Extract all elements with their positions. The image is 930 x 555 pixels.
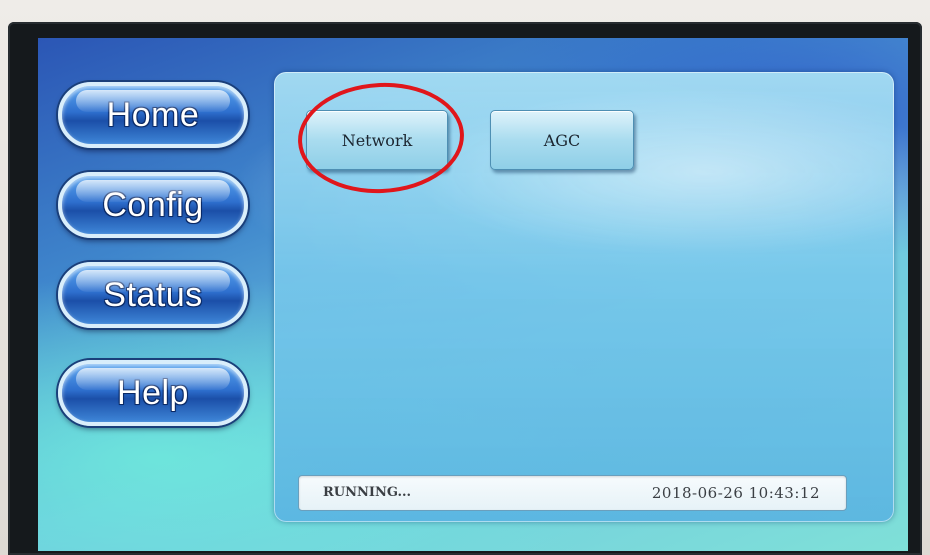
network-button[interactable]: Network [306,110,448,170]
status-button[interactable]: Status [58,262,248,328]
agc-button[interactable]: AGC [490,110,634,170]
agc-button-label: AGC [543,130,581,150]
network-button-label: Network [341,130,413,150]
home-button-label: Home [106,95,200,134]
status-text: RUNNING... [323,485,412,500]
config-button-label: Config [102,185,204,224]
status-button-label: Status [103,275,203,314]
home-button[interactable]: Home [58,82,248,148]
help-button[interactable]: Help [58,360,248,426]
config-button[interactable]: Config [58,172,248,238]
status-datetime: 2018-06-26 10:43:12 [651,484,820,502]
help-button-label: Help [117,373,189,412]
touchscreen: Home Config Status Help Network AGC RUNN… [38,38,908,551]
status-bar: RUNNING... 2018-06-26 10:43:12 [298,475,847,511]
